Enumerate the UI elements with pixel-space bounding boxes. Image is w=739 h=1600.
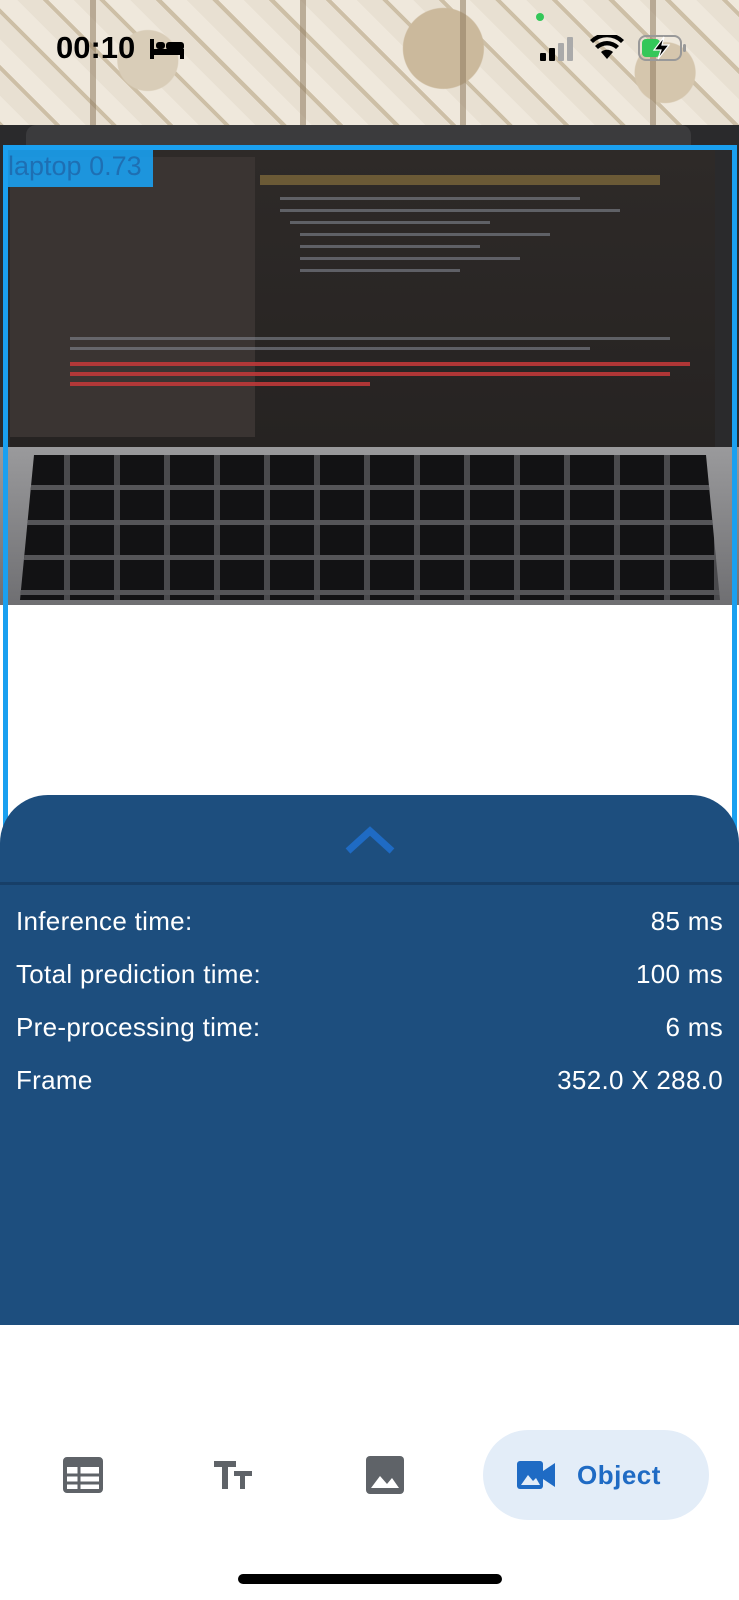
bottom-navigation: Object (0, 1325, 739, 1600)
expand-sheet-button[interactable] (344, 823, 396, 855)
chevron-up-icon (345, 826, 395, 854)
total-prediction-time-row: Total prediction time: 100 ms (16, 954, 723, 994)
nav-item-object[interactable]: Object (483, 1430, 709, 1520)
pre-processing-time-label: Pre-processing time: (16, 1011, 261, 1042)
frame-row: Frame 352.0 X 288.0 (16, 1060, 723, 1100)
status-bar: 00:10 (0, 0, 739, 100)
status-time: 00:10 (56, 30, 136, 65)
detection-bounding-box (3, 145, 737, 883)
nav-item-text[interactable] (189, 1430, 279, 1520)
videocam-icon (517, 1461, 555, 1489)
image-icon (366, 1456, 404, 1494)
total-prediction-time-label: Total prediction time: (16, 958, 262, 989)
laptop-lid (26, 125, 691, 147)
detection-label: laptop 0.73 (3, 145, 153, 187)
frame-label: Frame (16, 1064, 93, 1095)
frame-value: 352.0 X 288.0 (557, 1064, 723, 1095)
camera-in-use-indicator (536, 13, 544, 21)
total-prediction-time-value: 100 ms (635, 958, 723, 989)
stats-bottom-sheet: Inference time: 85 ms Total prediction t… (0, 795, 739, 1325)
sleep-focus-icon (150, 37, 184, 64)
nav-item-object-label: Object (577, 1459, 661, 1490)
nav-item-table[interactable] (38, 1430, 128, 1520)
home-indicator (238, 1574, 502, 1584)
text-format-icon (214, 1461, 252, 1489)
nav-item-image[interactable] (340, 1430, 430, 1520)
cellular-signal-icon (540, 37, 574, 66)
battery-charging-icon (638, 34, 688, 67)
pre-processing-time-row: Pre-processing time: 6 ms (16, 1007, 723, 1047)
table-icon (63, 1457, 103, 1493)
inference-time-value: 85 ms (650, 905, 723, 936)
sheet-header (0, 795, 739, 885)
wifi-icon (590, 32, 624, 66)
inference-time-label: Inference time: (16, 905, 193, 936)
inference-time-row: Inference time: 85 ms (16, 901, 723, 941)
pre-processing-time-value: 6 ms (665, 1011, 723, 1042)
